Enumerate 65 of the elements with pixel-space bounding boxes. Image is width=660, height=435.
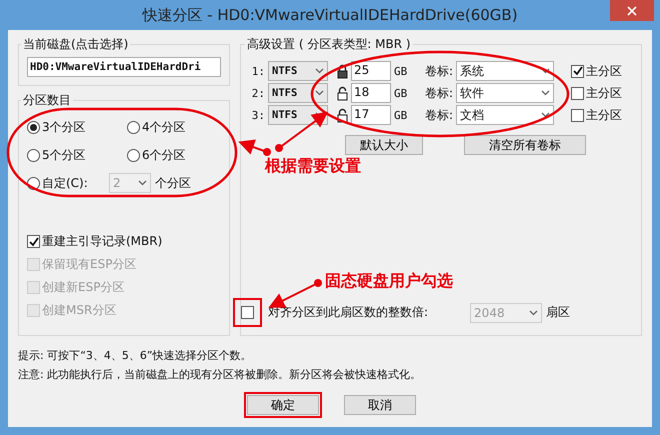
- radio-button[interactable]: [27, 121, 40, 134]
- volume-label: 卷标:: [425, 84, 454, 102]
- group-title: 分区数目: [22, 92, 72, 109]
- hint-text: 提示: 可按下“3、4、5、6”快速选择分区个数。: [18, 348, 253, 363]
- size-field[interactable]: 17: [351, 105, 391, 125]
- row-index: 3:: [251, 108, 265, 122]
- volume-dropdown[interactable]: 文档: [456, 105, 554, 125]
- row-index: 2:: [251, 86, 265, 100]
- chevron-icon: [541, 68, 550, 74]
- lock-icon[interactable]: [337, 64, 348, 78]
- checkbox-option[interactable]: 重建主引导记录(MBR): [27, 233, 221, 250]
- unit-label: GB: [394, 86, 408, 100]
- primary-checkbox-option[interactable]: 主分区: [571, 84, 622, 102]
- chevron-icon: [541, 112, 550, 118]
- chevron-icon: [138, 180, 147, 186]
- checkbox[interactable]: [571, 108, 584, 122]
- radio-option[interactable]: 6个分区: [127, 147, 217, 164]
- chevron-icon: [529, 310, 538, 316]
- suffix-label: 个分区: [155, 174, 191, 192]
- ok-button[interactable]: 确定: [247, 395, 319, 415]
- close-button[interactable]: [610, 0, 654, 21]
- chevron-icon: [315, 68, 324, 74]
- annotation-arrow: [268, 279, 322, 308]
- primary-checkbox-option[interactable]: 主分区: [571, 62, 622, 80]
- group-title: 高级设置 ( 分区表类型: MBR ): [246, 36, 412, 53]
- group-title: 当前磁盘(点击选择): [22, 36, 130, 53]
- align-option-label[interactable]: 对齐分区到此扇区数的整数倍:: [268, 304, 428, 321]
- checkbox[interactable]: [241, 306, 254, 319]
- radio-option[interactable]: 4个分区: [127, 119, 217, 136]
- unlock-icon[interactable]: [337, 108, 348, 122]
- checkbox[interactable]: [571, 86, 584, 100]
- window-title: 快速分区 - HD0:VMwareVirtualIDEHardDrive(60GB): [142, 6, 518, 24]
- default-size-button[interactable]: 默认大小: [345, 135, 423, 155]
- disk-field[interactable]: HD0:VMwareVirtualIDEHardDri: [27, 57, 221, 77]
- volume-label: 卷标:: [425, 62, 454, 80]
- volume-dropdown[interactable]: 软件: [456, 83, 554, 103]
- radio-option[interactable]: 5个分区: [27, 147, 127, 164]
- filesystem-dropdown[interactable]: NTFS: [268, 83, 328, 103]
- close-icon: [627, 6, 637, 16]
- size-field[interactable]: 25: [351, 61, 391, 81]
- annotation-text: 根据需要设置: [265, 156, 361, 177]
- volume-dropdown[interactable]: 系统: [456, 61, 554, 81]
- chevron-icon: [541, 90, 550, 96]
- radio-button[interactable]: [127, 149, 140, 162]
- cancel-button[interactable]: 取消: [344, 395, 416, 415]
- volume-label: 卷标:: [425, 106, 454, 124]
- unlock-icon[interactable]: [337, 86, 348, 100]
- chevron-icon: [315, 90, 324, 96]
- radio-option[interactable]: 自定(C):: [27, 174, 105, 192]
- annotation-arrow: [238, 140, 271, 156]
- checkbox[interactable]: [27, 235, 40, 248]
- radio-button[interactable]: [27, 149, 40, 162]
- radio-option[interactable]: 3个分区: [27, 119, 127, 136]
- size-field[interactable]: 18: [351, 83, 391, 103]
- row-index: 1:: [251, 64, 265, 78]
- checkbox[interactable]: [571, 64, 584, 78]
- unit-label: 扇区: [546, 304, 570, 321]
- radio-button[interactable]: [127, 121, 140, 134]
- unit-label: GB: [394, 64, 408, 78]
- hint-text: 注意: 此功能执行后，当前磁盘上的现有分区将被删除。新分区将会被快速格式化。: [18, 367, 422, 382]
- filesystem-dropdown[interactable]: NTFS: [268, 61, 328, 81]
- unit-label: GB: [394, 108, 408, 122]
- clear-labels-button[interactable]: 清空所有卷标: [464, 135, 586, 155]
- annotation-text: 固态硬盘用户勾选: [325, 271, 453, 292]
- primary-checkbox-option[interactable]: 主分区: [571, 106, 622, 124]
